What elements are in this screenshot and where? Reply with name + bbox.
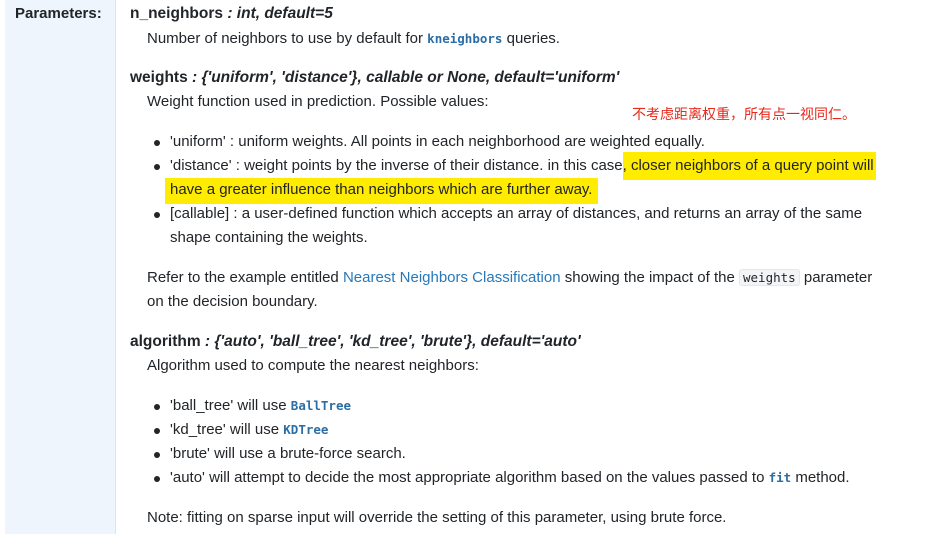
code-fit[interactable]: fit: [769, 470, 792, 485]
refer-text: Refer to the example entitled: [147, 269, 343, 286]
bullet-icon: [154, 452, 160, 458]
description-text: queries.: [502, 30, 560, 47]
refer-text: parameter: [799, 269, 873, 286]
list-item-uniform: 'uniform' : uniform weights. All points …: [170, 133, 705, 150]
param-name: algorithm: [130, 333, 201, 350]
bullet-icon: [154, 212, 160, 218]
algorithm-note: Note: fitting on sparse input will overr…: [147, 509, 727, 526]
bullet-icon: [154, 476, 160, 482]
list-item-auto: 'auto' will attempt to decide the most a…: [170, 469, 850, 486]
bullet-icon: [154, 428, 160, 434]
highlighted-text: have a greater influence than neighbors …: [165, 178, 599, 204]
list-item-text: 'kd_tree' will use: [170, 421, 284, 438]
list-item-ball-tree: 'ball_tree' will use BallTree: [170, 397, 351, 414]
param-name: n_neighbors: [130, 5, 224, 22]
list-item-distance: 'distance' : weight points by the invers…: [170, 152, 876, 180]
param-algorithm-description: Algorithm used to compute the nearest ne…: [147, 357, 479, 374]
param-n-neighbors-description: Number of neighbors to use by default fo…: [147, 30, 560, 47]
handwritten-annotation: 不考虑距离权重，所有点一视同仁。: [632, 107, 856, 123]
code-kneighbors[interactable]: kneighbors: [427, 31, 502, 46]
param-weights-header: weights : {'uniform', 'distance'}, calla…: [130, 69, 619, 87]
param-type: : {'uniform', 'distance'}, callable or N…: [187, 69, 620, 86]
list-item-text: 'ball_tree' will use: [170, 397, 291, 414]
nearest-neighbors-classification-link[interactable]: Nearest Neighbors Classification: [343, 269, 561, 286]
param-type: : int, default=5: [223, 5, 333, 22]
bullet-icon: [154, 404, 160, 410]
code-balltree[interactable]: BallTree: [291, 398, 351, 413]
refer-paragraph-continued: on the decision boundary.: [147, 293, 318, 310]
list-item-text: 'distance' : weight points by the invers…: [170, 157, 623, 174]
param-weights-description: Weight function used in prediction. Poss…: [147, 93, 489, 110]
highlighted-text: , closer neighbors of a query point will: [622, 152, 876, 180]
list-item-text: 'auto' will attempt to decide the most a…: [170, 469, 769, 486]
code-weights: weights: [739, 269, 800, 286]
refer-text: showing the impact of the: [560, 269, 739, 286]
list-item-brute: 'brute' will use a brute-force search.: [170, 445, 406, 462]
refer-paragraph: Refer to the example entitled Nearest Ne…: [147, 269, 872, 286]
param-algorithm-header: algorithm : {'auto', 'ball_tree', 'kd_tr…: [130, 333, 581, 351]
code-kdtree[interactable]: KDTree: [283, 422, 328, 437]
list-item-distance-continued: have a greater influence than neighbors …: [165, 178, 599, 204]
param-type: : {'auto', 'ball_tree', 'kd_tree', 'brut…: [200, 333, 581, 350]
param-name: weights: [130, 69, 188, 86]
param-n-neighbors-header: n_neighbors : int, default=5: [130, 5, 333, 23]
list-item-callable-continued: shape containing the weights.: [170, 229, 368, 246]
list-item-kd-tree: 'kd_tree' will use KDTree: [170, 421, 328, 438]
parameters-label: Parameters:: [15, 5, 102, 22]
parameters-label-column: Parameters:: [5, 0, 116, 534]
description-text: Number of neighbors to use by default fo…: [147, 30, 428, 47]
list-item-callable: [callable] : a user-defined function whi…: [170, 205, 863, 222]
bullet-icon: [154, 164, 160, 170]
bullet-icon: [154, 140, 160, 146]
list-item-text: method.: [791, 469, 850, 486]
